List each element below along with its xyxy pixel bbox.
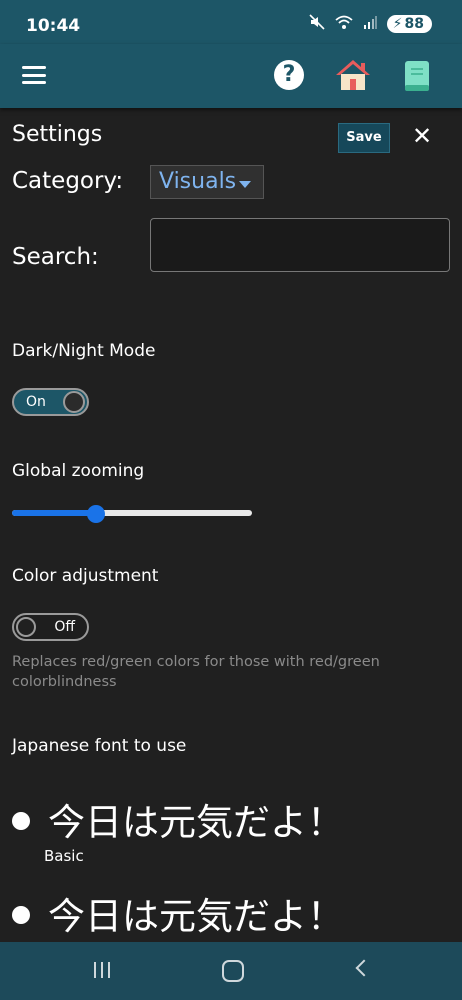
charging-icon: ⚡ [392, 16, 403, 32]
search-label: Search: [12, 244, 99, 270]
dark-mode-label: Dark/Night Mode [12, 341, 156, 361]
app-bar: ? [0, 44, 462, 108]
back-icon[interactable] [355, 959, 373, 977]
zoom-slider[interactable] [12, 505, 254, 523]
recent-apps-icon[interactable] [94, 962, 110, 978]
slider-fill [12, 510, 96, 516]
search-input[interactable] [150, 218, 450, 272]
slider-thumb[interactable] [87, 505, 105, 523]
color-adjustment-toggle[interactable]: Off [12, 613, 89, 641]
page-title: Settings [12, 122, 103, 147]
zoom-label: Global zooming [12, 461, 145, 481]
battery-icon: ⚡ 88 [386, 15, 432, 33]
system-nav-bar [0, 942, 462, 1000]
toggle-knob [63, 391, 85, 413]
font-sample: 今日は元気だよ！ [48, 801, 344, 844]
font-radio-basic[interactable] [12, 812, 30, 830]
chevron-down-icon [239, 181, 251, 188]
signal-icon [363, 15, 377, 33]
japanese-font-label: Japanese font to use [12, 736, 187, 756]
home-nav-icon[interactable] [222, 960, 244, 982]
font-name-label: Basic [44, 847, 84, 865]
book-icon[interactable] [404, 59, 430, 97]
help-icon[interactable]: ? [274, 60, 304, 90]
dark-mode-toggle[interactable]: On [12, 388, 89, 416]
color-adjustment-label: Color adjustment [12, 566, 159, 586]
mute-icon [309, 14, 325, 34]
save-button[interactable]: Save [338, 123, 390, 153]
status-bar: 10:44 ⚡ 88 [0, 0, 462, 44]
wifi-icon [335, 14, 353, 34]
menu-icon[interactable] [22, 66, 46, 84]
category-select[interactable]: Visuals [150, 165, 264, 199]
status-icons: ⚡ 88 [309, 14, 432, 34]
toggle-state-label: On [26, 394, 46, 410]
home-icon[interactable] [334, 58, 372, 96]
font-radio-option-2[interactable] [12, 906, 30, 924]
toggle-knob [16, 617, 36, 637]
close-icon[interactable]: ✕ [412, 122, 432, 150]
battery-level: 88 [404, 16, 424, 32]
color-adjustment-hint: Replaces red/green colors for those with… [12, 654, 380, 690]
toggle-state-label: Off [54, 619, 75, 635]
category-value: Visuals [159, 169, 237, 194]
font-sample: 今日は元気だよ！ [48, 895, 344, 938]
category-label: Category: [12, 168, 124, 194]
status-time: 10:44 [26, 16, 81, 36]
